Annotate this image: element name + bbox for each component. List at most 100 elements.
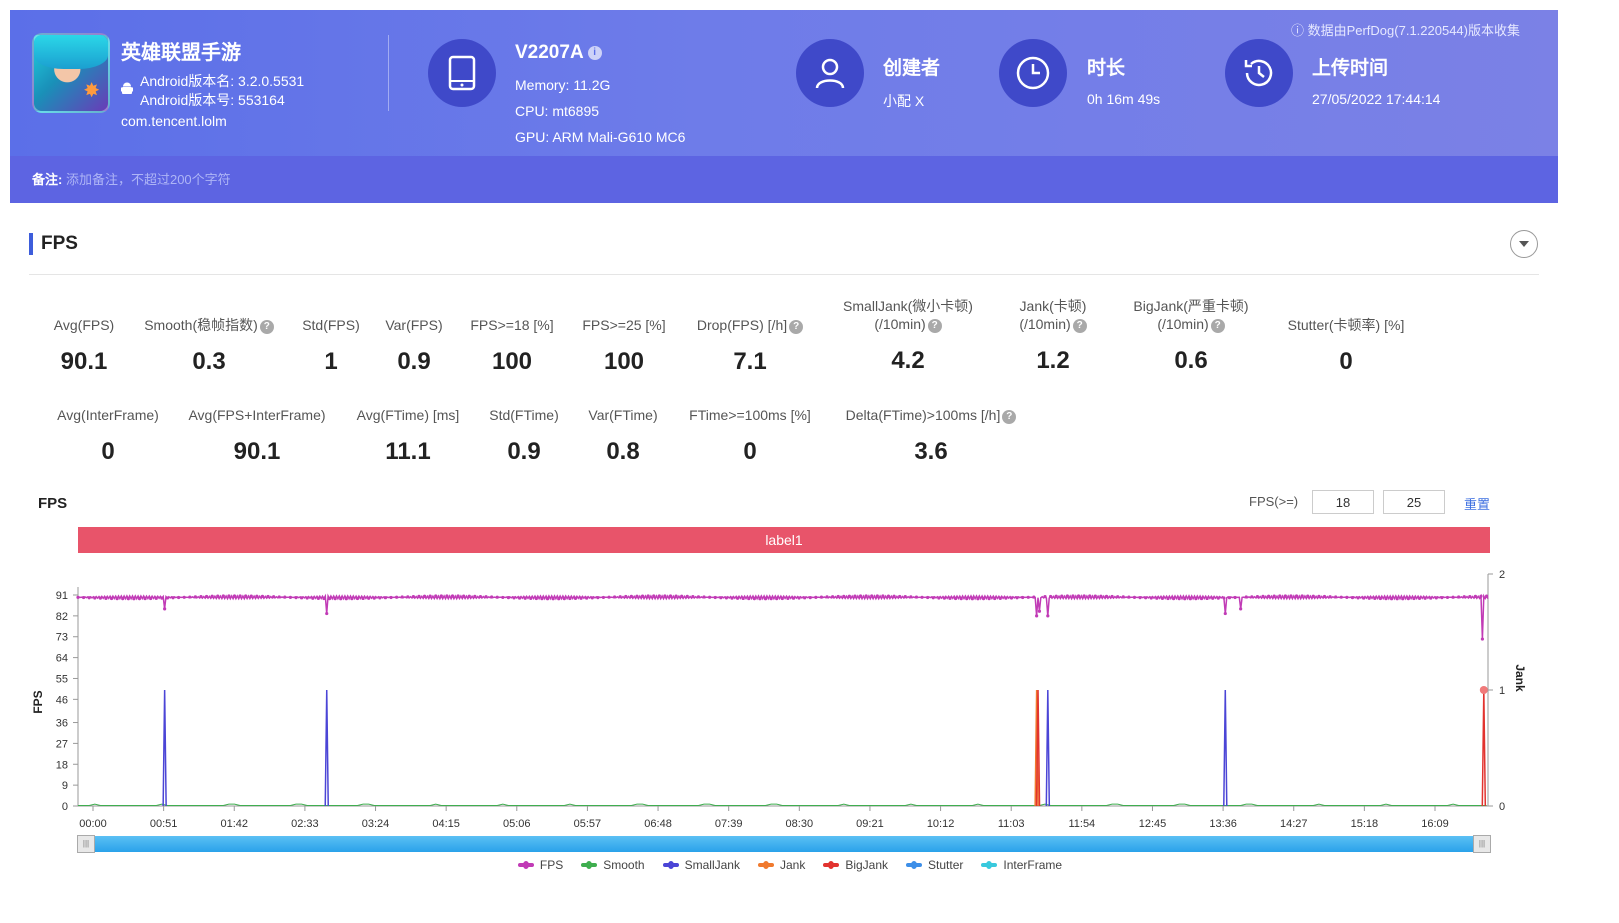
fps-point (344, 597, 348, 601)
help-icon[interactable]: ? (789, 320, 804, 334)
fps-point (1406, 597, 1410, 601)
fps-point (1046, 614, 1050, 618)
jank-marker (1479, 686, 1488, 694)
fps-point (1345, 595, 1349, 600)
legend-item-smalljank[interactable]: SmallJank (662, 858, 740, 872)
x-tick-label: 01:42 (220, 818, 248, 830)
fps-point (372, 596, 376, 600)
help-icon[interactable]: ? (1210, 319, 1225, 333)
x-tick-label: 06:48 (644, 818, 672, 830)
note-input[interactable]: 添加备注，不超过200个字符 (66, 172, 231, 187)
x-tick-label: 08:30 (786, 818, 814, 830)
threshold-label: FPS(>=) (1249, 494, 1299, 509)
y-tick-label: 9 (62, 780, 68, 792)
threshold-low-input[interactable] (1312, 490, 1374, 514)
x-tick-label: 05:57 (574, 818, 602, 830)
threshold-high-input[interactable] (1383, 490, 1445, 514)
fps-point (1457, 595, 1461, 599)
fps-point (1009, 596, 1014, 600)
fps-chart[interactable]: 0 9 18 27 36 46 55 64 73 82 91 0 1 2 FPS Jank 00:00 00:51… (0, 560, 1560, 840)
x-tick-label: 10:12 (927, 818, 955, 830)
app-version-code: Android版本号: 553164 (140, 92, 285, 108)
help-icon[interactable]: ? (1072, 319, 1087, 333)
series-smooth (78, 803, 1487, 806)
fps-point (1289, 594, 1293, 598)
fps-point (545, 597, 550, 601)
reset-button[interactable]: 重置 (1464, 494, 1490, 513)
x-tick-label: 04:15 (432, 818, 460, 830)
fps-point (601, 595, 606, 600)
app-icon: ✸ (32, 33, 110, 113)
fps-point (1367, 596, 1371, 600)
x-tick-label: 05:06 (503, 818, 531, 830)
fps-point (182, 595, 186, 599)
fps-point (831, 595, 835, 599)
collapse-button[interactable] (1510, 230, 1538, 258)
metric-label-text: FTime>=100ms [%] (689, 407, 811, 423)
note-label: 备注: (32, 172, 63, 187)
help-icon[interactable]: ? (1002, 410, 1017, 424)
fps-point (1032, 595, 1036, 599)
legend-item-smooth[interactable]: Smooth (581, 858, 645, 872)
legend-item-fps[interactable]: FPS (517, 858, 563, 872)
metric-label-text: SmallJank(微小卡顿) (843, 298, 973, 314)
y2-tick-label: 1 (1499, 685, 1505, 697)
legend-swatch (581, 861, 598, 869)
fps-point (730, 596, 734, 600)
fps-point (657, 594, 661, 598)
x-tick-label: 14:27 (1280, 818, 1308, 830)
metric-label-text: Avg(FPS+InterFrame) (188, 407, 326, 423)
collect-note-text: 数据由PerfDog(7.1.220544)版本收集 (1307, 23, 1520, 38)
fps-point (199, 595, 203, 599)
fps-point (998, 596, 1002, 600)
fps-point (367, 596, 371, 600)
legend-label: Jank (779, 858, 806, 872)
fps-point (635, 594, 639, 598)
x-tick-label: 13:36 (1209, 818, 1237, 830)
fps-point (965, 597, 969, 601)
note-bar[interactable]: 备注: 添加备注，不超过200个字符 (10, 156, 1558, 203)
fps-point (322, 596, 326, 601)
legend-item-stutter[interactable]: Stutter (906, 858, 963, 872)
fps-point (255, 594, 259, 598)
fps-point (970, 597, 974, 601)
fps-point (171, 596, 175, 600)
fps-point (780, 596, 784, 601)
metric-label-unit: (/10min) (1019, 316, 1071, 332)
legend-item-interframe[interactable]: InterFrame (981, 858, 1062, 872)
fps-point (1227, 596, 1232, 600)
slider-right-handle[interactable]: ||| (1473, 835, 1491, 853)
fps-point (81, 595, 86, 600)
fps-point (836, 594, 840, 599)
device-info-icon[interactable]: i (587, 45, 602, 60)
legend-item-jank[interactable]: Jank (757, 858, 806, 872)
fps-point (1429, 596, 1433, 600)
fps-point (1110, 594, 1114, 599)
fps-point (1171, 597, 1176, 601)
fps-point (529, 596, 533, 601)
y2-axis-title: Jank (1513, 664, 1527, 692)
label-band[interactable]: label1 (78, 527, 1490, 553)
fps-point (797, 596, 801, 600)
fps-point (713, 595, 717, 600)
fps-point (1104, 594, 1109, 598)
fps-point (981, 597, 986, 601)
legend-item-bigjank[interactable]: BigJank (823, 858, 888, 872)
fps-point (724, 596, 729, 600)
fps-point (177, 595, 181, 600)
fps-point (238, 594, 242, 598)
x-tick-label: 03:24 (362, 818, 390, 830)
fps-point (389, 595, 393, 600)
y-tick-label: 73 (56, 632, 68, 644)
fps-point (327, 597, 332, 601)
fps-point (853, 594, 857, 598)
x-tick-label: 16:09 (1421, 818, 1449, 830)
fps-point (1205, 596, 1209, 601)
fps-point (909, 595, 913, 599)
help-icon[interactable]: ? (927, 319, 942, 333)
slider-left-handle[interactable]: ||| (77, 835, 95, 853)
time-range-slider[interactable]: ||| ||| (77, 835, 1491, 853)
fps-point (221, 594, 225, 598)
fps-point (886, 594, 891, 598)
y-tick-label: 64 (56, 653, 68, 665)
